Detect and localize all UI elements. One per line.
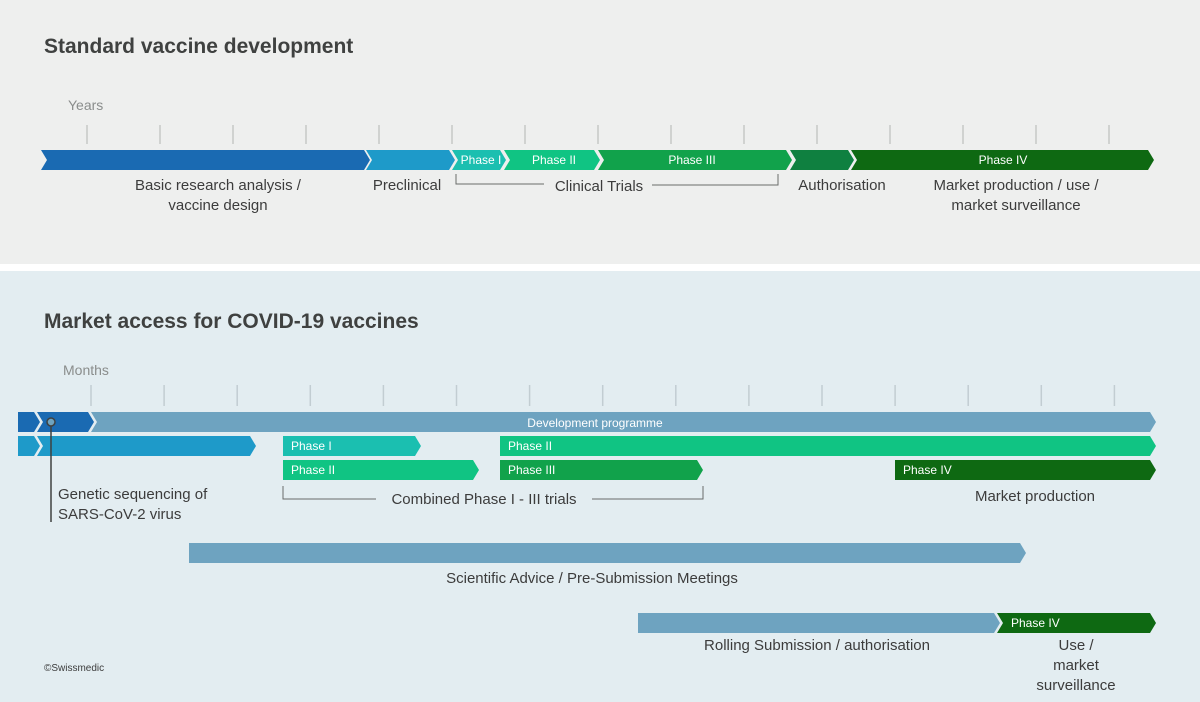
preclinical-bar	[37, 436, 256, 456]
genetic-sequencing-label: Genetic sequencing of SARS-CoV-2 virus	[58, 486, 208, 523]
covid-phase1-label: Phase I	[291, 439, 332, 453]
rolling-submission-bar	[638, 613, 1000, 633]
covid-phase4-label: Phase IV	[903, 463, 952, 477]
combined-trials-label: Combined Phase I - III trials	[391, 491, 577, 508]
preclinical-start-chevron	[18, 436, 40, 456]
development-start-chevron	[18, 412, 40, 432]
scientific-advice-bar	[189, 543, 1026, 563]
copyright-notice: ©Swissmedic	[44, 663, 105, 674]
months-ticks	[90, 385, 1116, 406]
covid-phase2-bar-late	[500, 436, 1156, 456]
covid-timeline: Development programme Phase I Phase II P…	[18, 385, 1156, 633]
genetic-sequencing-marker-dot	[46, 417, 56, 427]
use-market-surveillance-label: Use / market surveillance	[1036, 637, 1116, 694]
covid-phase3-label: Phase III	[508, 463, 555, 477]
genetic-sequencing-bar	[37, 412, 94, 432]
use-phase4-label: Phase IV	[1011, 616, 1060, 630]
rolling-submission-label: Rolling Submission / authorisation	[704, 637, 930, 654]
development-programme-label: Development programme	[527, 416, 663, 430]
market-production-label: Market production	[974, 488, 1096, 505]
covid-phase2-late-label: Phase II	[508, 439, 552, 453]
scientific-advice-label: Scientific Advice / Pre-Submission Meeti…	[446, 570, 738, 587]
covid-phase2-early-label: Phase II	[291, 463, 335, 477]
